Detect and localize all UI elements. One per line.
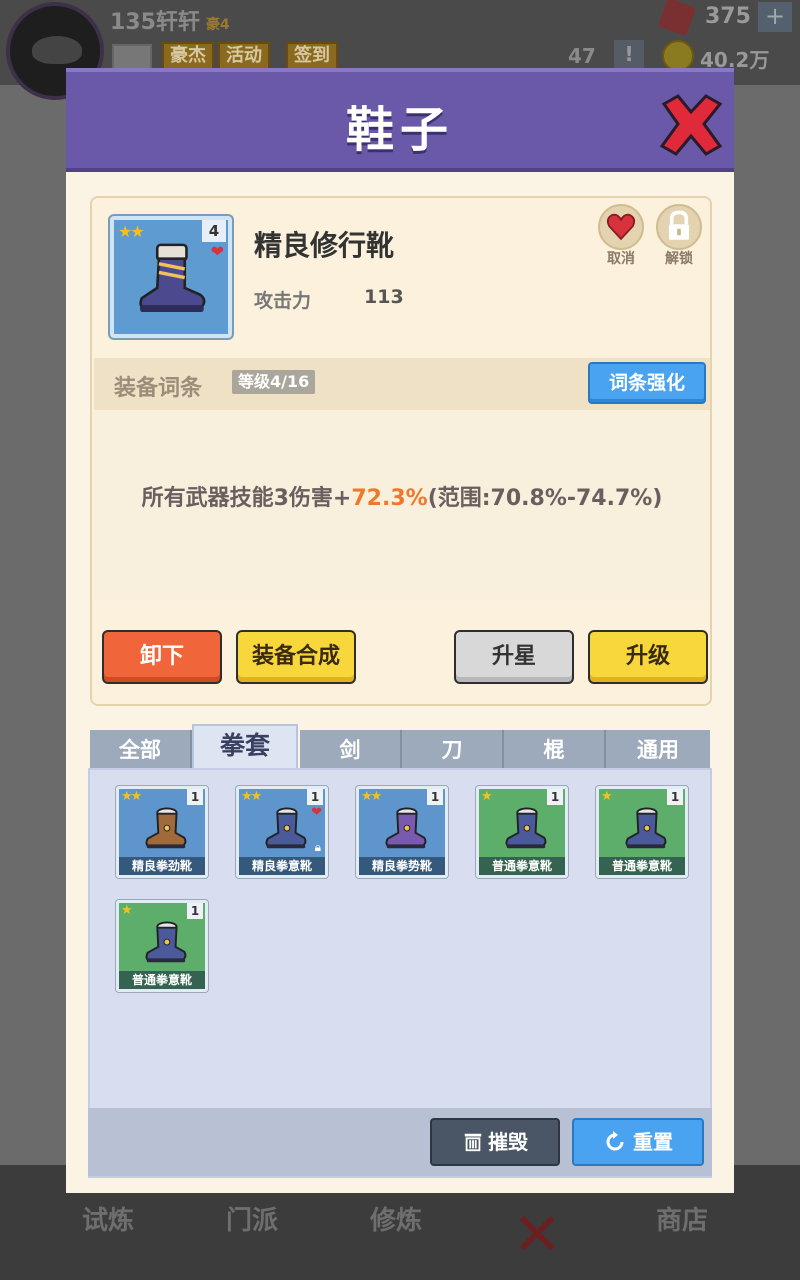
modal-title: 鞋子 [345,102,454,158]
close-icon[interactable] [656,90,726,160]
slot-stars: ★★ [361,789,382,804]
slot-stars: ★ [601,789,613,804]
reset-label: 重置 [633,1130,673,1154]
slot-count: 1 [307,789,323,805]
boot-icon [145,807,187,849]
reset-button[interactable]: 重置 [572,1118,704,1166]
item-detail-card: ★★ 4 ❤ 精良修行靴 攻击力 113 取消 解锁 装备词条 等级4/16 词… [90,196,712,706]
favorite-label: 取消 [607,251,635,267]
resource2-count: 47 [568,44,596,68]
lock-icon: 🔒︎ [314,840,321,854]
affix-prefix: 所有武器技能3伤害+ [141,486,352,511]
slot-count: 1 [187,789,203,805]
stat-value: 113 [364,286,404,308]
affix-title: 装备词条 [114,376,203,401]
affix-line: 所有武器技能3伤害+72.3%(范围:70.8%-74.7%) [94,480,710,512]
affix-area: 所有武器技能3伤害+72.3%(范围:70.8%-74.7%) [94,410,710,600]
tab-staff[interactable]: 棍 [504,730,606,770]
modal-header: 鞋子 [66,68,734,172]
item-name: 精良修行靴 [254,229,395,262]
destroy-label: 摧毁 [488,1130,528,1154]
tab-gloves[interactable]: 拳套 [192,724,298,770]
stat-label: 攻击力 [254,290,312,312]
nav-cultivate[interactable]: 修炼 [370,1200,422,1237]
slot-name: 普通拳意靴 [599,857,685,875]
slot-stars: ★ [121,903,133,918]
boot-icon [625,807,667,849]
alert-icon[interactable]: ! [614,40,644,70]
tab-general[interactable]: 通用 [606,730,710,770]
affix-range: (范围:70.8%-74.7%) [427,486,663,511]
tab-all[interactable]: 全部 [90,730,192,770]
nav-close-icon: ✕ [512,1200,563,1270]
favorite-button[interactable] [598,204,644,250]
tag-signin[interactable]: 签到 [286,42,338,70]
slot-name: 普通拳意靴 [479,857,565,875]
slot-count: 1 [547,789,563,805]
category-tabs: 全部 拳套 剑 刀 棍 通用 [90,724,712,770]
boot-icon [145,921,187,963]
tab-blade[interactable]: 刀 [402,730,504,770]
slot-name: 普通拳意靴 [119,971,205,989]
vip-tag: 豪4 [205,17,230,33]
inventory-slot[interactable]: ★★ 1 精良拳劲靴 [116,786,208,878]
level-up-button[interactable]: 升级 [588,630,708,684]
slot-count: 1 [427,789,443,805]
inventory-slot[interactable]: ★ 1 普通拳意靴 [596,786,688,878]
slot-stars: ★★ [241,789,262,804]
boot-icon [385,807,427,849]
item-icon: ★★ 4 ❤ [110,216,232,338]
boot-icon [265,807,307,849]
compose-button[interactable]: 装备合成 [236,630,356,684]
slot-count: 1 [187,903,203,919]
unequip-button[interactable]: 卸下 [102,630,222,684]
inventory-slot[interactable]: ★ 1 普通拳意靴 [476,786,568,878]
slot-name: 精良拳劲靴 [119,857,205,875]
slot-stars: ★★ [121,789,142,804]
player-name: 135轩轩 豪4 [110,4,230,36]
star-up-button[interactable]: 升星 [454,630,574,684]
affix-enhance-button[interactable]: 词条强化 [588,362,706,404]
nav-trial[interactable]: 试炼 [82,1200,134,1237]
destroy-button[interactable]: 摧毁 [430,1118,560,1166]
tag-hero[interactable]: 豪杰 [162,42,214,70]
favorite-heart-icon: ❤ [311,805,322,820]
inventory-slot[interactable]: ★ 1 普通拳意靴 [116,900,208,992]
lock-label: 解锁 [665,251,693,267]
tag-event[interactable]: 活动 [218,42,270,70]
refresh-icon [606,1131,624,1151]
equipment-modal: 鞋子 ★★ 4 ❤ 精良修行靴 攻击力 113 取消 解锁 装备词条 等级4/1… [66,68,734,1193]
inventory-slot[interactable]: ★★ 1 ❤ 🔒︎ 精良拳意靴 [236,786,328,878]
affix-level-badge: 等级4/16 [232,370,316,394]
boot-icon [505,807,547,849]
trash-icon [464,1133,482,1152]
affix-header: 装备词条 等级4/16 词条强化 [94,358,710,410]
lock-icon [668,210,690,240]
inventory-slot[interactable]: ★★ 1 精良拳势靴 [356,786,448,878]
mail-icon[interactable] [112,44,152,70]
tab-sword[interactable]: 剑 [300,730,402,770]
nav-sect[interactable]: 门派 [226,1200,278,1237]
add-gems-button[interactable]: + [758,2,792,32]
affix-value: 72.3% [351,486,428,511]
nav-shop[interactable]: 商店 [656,1200,708,1237]
player-name-text: 135轩轩 [110,10,200,35]
boot-icon [139,243,206,312]
slot-count: 1 [667,789,683,805]
lock-button[interactable] [656,204,702,250]
slot-stars: ★ [481,789,493,804]
slot-name: 精良拳意靴 [239,857,325,875]
gem-count: 375 [705,4,751,29]
heart-icon [606,213,636,241]
slot-name: 精良拳势靴 [359,857,445,875]
